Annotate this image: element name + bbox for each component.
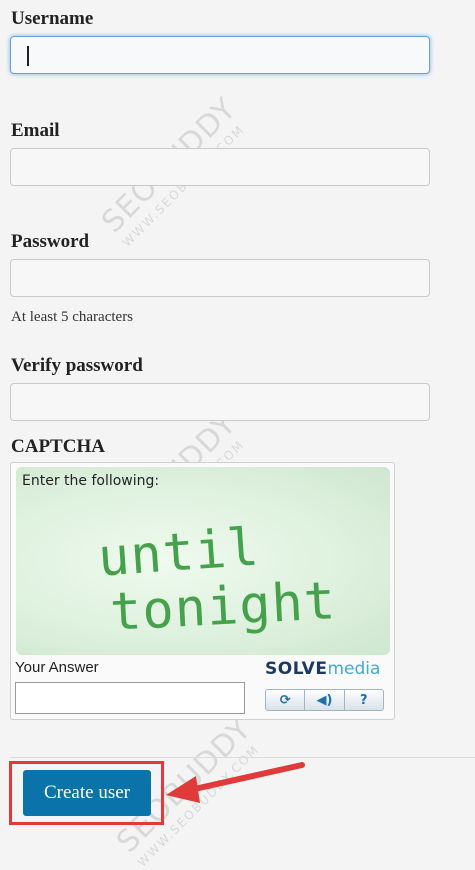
solvemedia-logo-part1: SOLVE [265, 659, 328, 679]
solvemedia-logo-part2: media [327, 659, 381, 679]
verify-password-input[interactable] [10, 383, 430, 421]
password-input[interactable] [10, 259, 430, 297]
username-input[interactable] [10, 36, 430, 74]
captcha-instruction: Enter the following: [22, 473, 160, 489]
captcha-phrase-line2: tonight [108, 571, 338, 643]
captcha-widget: Enter the following: until tonight Your … [10, 462, 395, 720]
username-label: Username [11, 8, 94, 29]
verify-password-label: Verify password [11, 355, 143, 376]
solvemedia-logo: SOLVEmedia [265, 659, 380, 679]
email-input[interactable] [10, 148, 430, 186]
refresh-icon[interactable]: ⟳ [266, 690, 306, 710]
email-label: Email [11, 120, 60, 141]
password-hint: At least 5 characters [11, 309, 134, 325]
captcha-image: Enter the following: until tonight [16, 467, 390, 655]
form-footer-divider [10, 757, 475, 758]
password-label: Password [11, 231, 90, 252]
captcha-answer-input[interactable] [15, 682, 245, 714]
captcha-label: CAPTCHA [11, 436, 105, 457]
captcha-answer-label: Your Answer [15, 659, 99, 676]
captcha-toolbar: ⟳ ◀) ? [265, 689, 384, 711]
annotation-highlight-box [9, 761, 164, 825]
text-caret [27, 46, 29, 66]
audio-icon[interactable]: ◀) [305, 690, 345, 710]
help-icon[interactable]: ? [345, 690, 383, 710]
